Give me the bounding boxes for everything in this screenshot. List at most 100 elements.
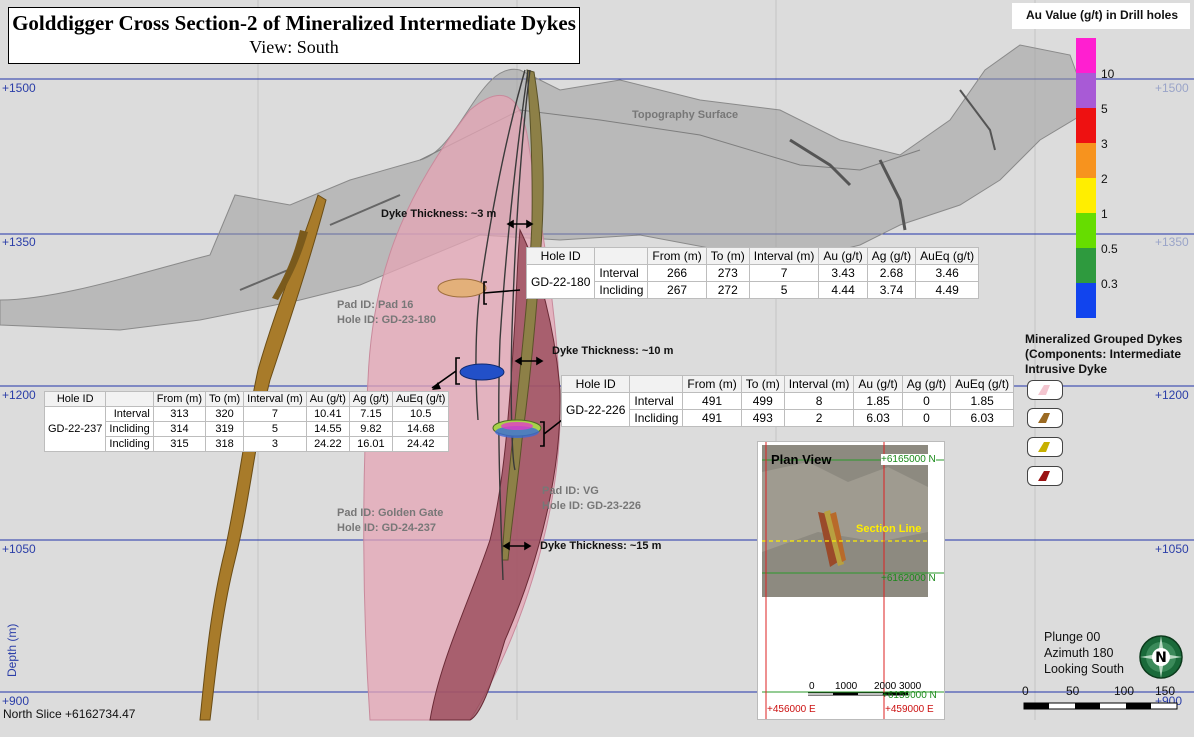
au-legend-title: Au Value (g/t) in Drill holes bbox=[1026, 8, 1179, 22]
title-view: View: South bbox=[249, 37, 339, 57]
elev-left-1500: +1500 bbox=[2, 81, 36, 95]
pad-vg-label: Pad ID: VG Hole ID: GD-23-226 bbox=[542, 484, 641, 514]
cell: 1.85 bbox=[950, 392, 1015, 410]
th-ag: Ag (g/t) bbox=[866, 247, 917, 265]
hole-id-cell: GD-22-237 bbox=[43, 406, 107, 452]
plunge-text: Plunge 00 bbox=[1044, 630, 1101, 644]
title-box: Golddigger Cross Section-2 of Mineralize… bbox=[8, 7, 580, 64]
elev-right-1050: +1050 bbox=[1155, 542, 1189, 556]
cell: Interval bbox=[629, 392, 684, 410]
cell: 4.49 bbox=[915, 281, 980, 299]
cell: 10.5 bbox=[391, 406, 450, 422]
cell: 6.03 bbox=[853, 409, 903, 427]
au-legend-header: Au Value (g/t) in Drill holes bbox=[1012, 3, 1190, 29]
cell: 493 bbox=[740, 409, 785, 427]
th-type bbox=[594, 247, 649, 265]
cell: 2 bbox=[783, 409, 855, 427]
cell: 273 bbox=[705, 264, 750, 282]
table-row: Incliding 491 493 2 6.03 0 6.03 bbox=[562, 409, 1015, 427]
golden-gate-hole-id: Hole ID: GD-24-237 bbox=[337, 522, 437, 534]
plan-east-left: +456000 E bbox=[767, 704, 816, 715]
cross-section-view: Golddigger Cross Section-2 of Mineralize… bbox=[0, 0, 1194, 737]
plan-east-right: +459000 E bbox=[885, 704, 934, 715]
topography-label: Topography Surface bbox=[632, 109, 739, 121]
table-header-row: Hole ID From (m) To (m) Interval (m) Au … bbox=[525, 247, 980, 265]
scale-bar-150: 150 bbox=[1155, 684, 1176, 698]
dyke-swatch-olive bbox=[1027, 437, 1063, 457]
table-gd-22-226: Hole ID From (m) To (m) Interval (m) Au … bbox=[560, 375, 1015, 427]
cell: Interval bbox=[105, 406, 154, 422]
th-hole-id: Hole ID bbox=[560, 375, 631, 393]
cell: 2.68 bbox=[866, 264, 917, 282]
dyke-thickness-10: Dyke Thickness: ~10 m bbox=[552, 345, 674, 357]
azimuth-text: Azimuth 180 bbox=[1044, 646, 1114, 660]
scale-bar-50: 50 bbox=[1066, 684, 1080, 698]
table-row: GD-22-226 Interval 491 499 8 1.85 0 1.85 bbox=[560, 392, 1015, 427]
elev-left-1350: +1350 bbox=[2, 235, 36, 249]
compass-letter: N bbox=[1155, 650, 1167, 666]
elev-left-900: +900 bbox=[2, 694, 30, 708]
th-au: Au (g/t) bbox=[305, 391, 350, 407]
au-color-segment bbox=[1076, 108, 1096, 143]
au-color-segment bbox=[1076, 283, 1096, 318]
au-color-segment bbox=[1076, 248, 1096, 283]
pad-golden-gate-label: Pad ID: Golden Gate Hole ID: GD-24-237 bbox=[337, 506, 443, 536]
cell: 7 bbox=[748, 264, 820, 282]
pad-golden-gate-disc bbox=[459, 363, 505, 381]
cell: 3.46 bbox=[915, 264, 980, 282]
th-aueq: AuEq (g/t) bbox=[391, 391, 450, 407]
cell: 266 bbox=[647, 264, 707, 282]
au-legend-value: 5 bbox=[1101, 102, 1108, 116]
table-row: Incliding 314 319 5 14.55 9.82 14.68 bbox=[45, 421, 450, 437]
dyke-swatch-brown bbox=[1027, 408, 1063, 428]
cell: 313 bbox=[152, 406, 207, 422]
cell: 315 bbox=[152, 436, 207, 452]
plan-scale-0: 0 bbox=[809, 681, 815, 692]
table-row: Incliding 267 272 5 4.44 3.74 4.49 bbox=[527, 281, 980, 299]
th-from: From (m) bbox=[647, 247, 707, 265]
cell: Incliding bbox=[629, 409, 684, 427]
scale-bar-0: 0 bbox=[1022, 684, 1029, 698]
cell: 314 bbox=[152, 421, 207, 437]
table-header-row: Hole ID From (m) To (m) Interval (m) Au … bbox=[43, 391, 450, 407]
th-au: Au (g/t) bbox=[853, 375, 903, 393]
cell: 3.74 bbox=[866, 281, 917, 299]
dyke-legend-title: Mineralized Grouped Dykes (Components: I… bbox=[1025, 332, 1182, 377]
pad-16-pad-id: Pad ID: Pad 16 bbox=[337, 299, 414, 311]
cell: Incliding bbox=[105, 436, 154, 452]
dyke-swatch-pink bbox=[1027, 380, 1063, 400]
cell: 6.03 bbox=[950, 409, 1015, 427]
elev-right-1500: +1500 bbox=[1155, 81, 1189, 95]
plan-scale-1000: 1000 bbox=[835, 681, 858, 692]
th-type bbox=[629, 375, 684, 393]
cell: 491 bbox=[682, 392, 742, 410]
plan-view-title: Plan View bbox=[771, 452, 832, 467]
cell: 14.68 bbox=[391, 421, 450, 437]
table-header-row: Hole ID From (m) To (m) Interval (m) Au … bbox=[560, 375, 1015, 393]
cell: 3.43 bbox=[818, 264, 868, 282]
dyke-thickness-15: Dyke Thickness: ~15 m bbox=[540, 540, 662, 552]
cell: 0 bbox=[901, 392, 952, 410]
compass-icon: N bbox=[1138, 634, 1184, 680]
cell: 4.44 bbox=[818, 281, 868, 299]
th-aueq: AuEq (g/t) bbox=[915, 247, 980, 265]
hole-id-cell: GD-22-226 bbox=[560, 392, 631, 427]
au-legend-value: 10 bbox=[1101, 67, 1115, 81]
au-legend-value: 1 bbox=[1101, 207, 1108, 221]
au-color-segment bbox=[1076, 38, 1096, 73]
th-ag: Ag (g/t) bbox=[348, 391, 393, 407]
plan-view-inset: Plan View +6165000 N +6162000 N +6159000… bbox=[757, 441, 945, 720]
cell: 16.01 bbox=[348, 436, 393, 452]
plan-north-top: +6165000 N bbox=[881, 454, 936, 465]
cell: 3 bbox=[243, 436, 307, 452]
th-interval: Interval (m) bbox=[748, 247, 820, 265]
dyke-legend-line: Intrusive Dyke bbox=[1025, 362, 1108, 376]
orientation-info: Plunge 00 Azimuth 180 Looking South bbox=[1044, 629, 1124, 677]
cell: 8 bbox=[783, 392, 855, 410]
th-from: From (m) bbox=[152, 391, 207, 407]
th-aueq: AuEq (g/t) bbox=[950, 375, 1015, 393]
au-legend-value: 2 bbox=[1101, 172, 1108, 186]
au-color-bar bbox=[1076, 38, 1096, 318]
th-to: To (m) bbox=[705, 247, 750, 265]
au-color-segment bbox=[1076, 143, 1096, 178]
